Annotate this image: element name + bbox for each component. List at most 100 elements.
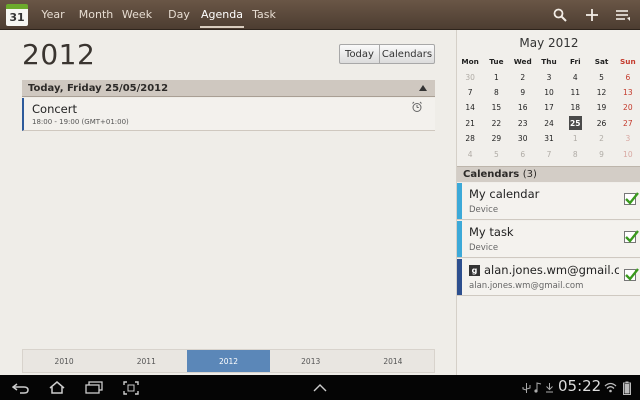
day-cell[interactable]: 10: [615, 146, 640, 161]
chevron-up-icon[interactable]: [310, 375, 330, 400]
weekday-label: Sun: [620, 57, 636, 67]
calendar-checkbox[interactable]: [624, 230, 639, 243]
recent-apps-icon[interactable]: [83, 375, 105, 400]
calendar-color-stripe: [457, 183, 462, 219]
tab-month[interactable]: Month: [77, 0, 115, 30]
weekday-label: Sat: [594, 57, 609, 67]
mini-calendar-month[interactable]: May 2012: [457, 36, 640, 50]
day-cell[interactable]: 14: [457, 100, 483, 115]
day-cell[interactable]: 3: [615, 131, 640, 146]
event-item[interactable]: Concert 18:00 - 19:00 (GMT+01:00): [22, 98, 435, 131]
checkmark-icon: [625, 192, 639, 205]
day-cell[interactable]: 5: [483, 146, 509, 161]
weekday-label: Mon: [461, 57, 479, 67]
day-cell[interactable]: 16: [510, 100, 536, 115]
calendar-item-google[interactable]: g alan.jones.wm@gmail.c... alan.jones.wm@…: [457, 259, 640, 296]
weekday-label: Thu: [541, 57, 557, 67]
day-cell[interactable]: 3: [536, 69, 562, 84]
day-cell[interactable]: 1: [562, 131, 588, 146]
year-2010[interactable]: 2010: [23, 350, 105, 372]
day-cell[interactable]: 17: [536, 100, 562, 115]
day-cell[interactable]: 30: [457, 69, 483, 84]
day-cell[interactable]: 21: [457, 116, 483, 131]
calendar-checkbox[interactable]: [624, 268, 639, 281]
day-cell[interactable]: 2: [588, 131, 614, 146]
day-cell[interactable]: 8: [562, 146, 588, 161]
day-cell[interactable]: 1: [483, 69, 509, 84]
calendar-checkbox[interactable]: [624, 192, 639, 205]
today-button[interactable]: Today: [339, 44, 380, 64]
day-cell[interactable]: 22: [483, 116, 509, 131]
search-icon[interactable]: [549, 0, 571, 30]
day-cell[interactable]: 6: [510, 146, 536, 161]
calendars-button[interactable]: Calendars: [379, 44, 435, 64]
week-row: 21 22 23 24 25 26 27: [457, 116, 640, 131]
tab-day[interactable]: Day: [165, 0, 193, 30]
system-nav-bar: 05:22: [0, 375, 640, 400]
day-cell-selected[interactable]: 25: [562, 116, 588, 131]
day-cell[interactable]: 4: [562, 69, 588, 84]
year-2012[interactable]: 2012: [187, 350, 270, 372]
day-cell[interactable]: 9: [510, 85, 536, 100]
day-cell[interactable]: 6: [615, 69, 640, 84]
day-cell[interactable]: 10: [536, 85, 562, 100]
day-cell[interactable]: 13: [615, 85, 640, 100]
day-cell[interactable]: 9: [588, 146, 614, 161]
calendar-account: alan.jones.wm@gmail.com: [469, 281, 584, 291]
tab-year[interactable]: Year: [36, 0, 70, 30]
calendars-header-label: Calendars: [463, 169, 520, 180]
calendar-item-my-task[interactable]: My task Device: [457, 221, 640, 258]
day-cell[interactable]: 15: [483, 100, 509, 115]
week-row: 7 8 9 10 11 12 13: [457, 85, 640, 100]
wifi-icon: [603, 375, 617, 400]
day-cell[interactable]: 26: [588, 116, 614, 131]
add-icon[interactable]: [581, 0, 603, 30]
app-icon-day: 31: [9, 11, 25, 24]
day-header-label: Today, Friday 25/05/2012: [28, 83, 169, 94]
day-header[interactable]: Today, Friday 25/05/2012: [22, 80, 435, 97]
year-selector: 2010 2011 2012 2013 2014: [22, 349, 435, 373]
status-clock: 05:22: [558, 377, 602, 395]
collapse-arrow-icon[interactable]: [419, 85, 427, 91]
day-cell[interactable]: 23: [510, 116, 536, 131]
calendar-name: My task: [469, 225, 514, 239]
day-cell[interactable]: 20: [615, 100, 640, 115]
day-cell[interactable]: 29: [483, 131, 509, 146]
menu-icon[interactable]: [612, 0, 634, 30]
calendar-app-icon[interactable]: 31: [6, 4, 28, 26]
calendar-name: My calendar: [469, 187, 540, 201]
tab-week[interactable]: Week: [121, 0, 153, 30]
event-title: Concert: [32, 102, 77, 116]
download-icon: [543, 375, 555, 400]
day-cell[interactable]: 5: [588, 69, 614, 84]
day-cell[interactable]: 2: [510, 69, 536, 84]
battery-icon: [620, 375, 634, 400]
day-cell[interactable]: 31: [536, 131, 562, 146]
day-cell[interactable]: 4: [457, 146, 483, 161]
day-cell[interactable]: 7: [457, 85, 483, 100]
back-icon[interactable]: [10, 375, 32, 400]
home-icon[interactable]: [46, 375, 68, 400]
day-cell[interactable]: 12: [588, 85, 614, 100]
day-cell[interactable]: 27: [615, 116, 640, 131]
year-2011[interactable]: 2011: [105, 350, 187, 372]
day-cell[interactable]: 18: [562, 100, 588, 115]
calendar-item-my-calendar[interactable]: My calendar Device: [457, 183, 640, 220]
day-cell[interactable]: 28: [457, 131, 483, 146]
calendar-color-stripe: [457, 259, 462, 295]
day-cell[interactable]: 19: [588, 100, 614, 115]
year-2014[interactable]: 2014: [352, 350, 434, 372]
day-cell[interactable]: 11: [562, 85, 588, 100]
year-2013[interactable]: 2013: [270, 350, 352, 372]
day-cell[interactable]: 8: [483, 85, 509, 100]
tab-task[interactable]: Task: [250, 0, 278, 30]
day-cell[interactable]: 7: [536, 146, 562, 161]
calendars-header: Calendars (3): [457, 166, 640, 182]
day-cell[interactable]: 24: [536, 116, 562, 131]
selected-day: 25: [568, 116, 582, 131]
weekday-label: Fri: [569, 57, 581, 67]
week-row: 30 1 2 3 4 5 6: [457, 69, 640, 84]
day-cell[interactable]: 30: [510, 131, 536, 146]
screenshot-icon[interactable]: [120, 375, 142, 400]
tab-agenda[interactable]: Agenda: [200, 0, 244, 30]
